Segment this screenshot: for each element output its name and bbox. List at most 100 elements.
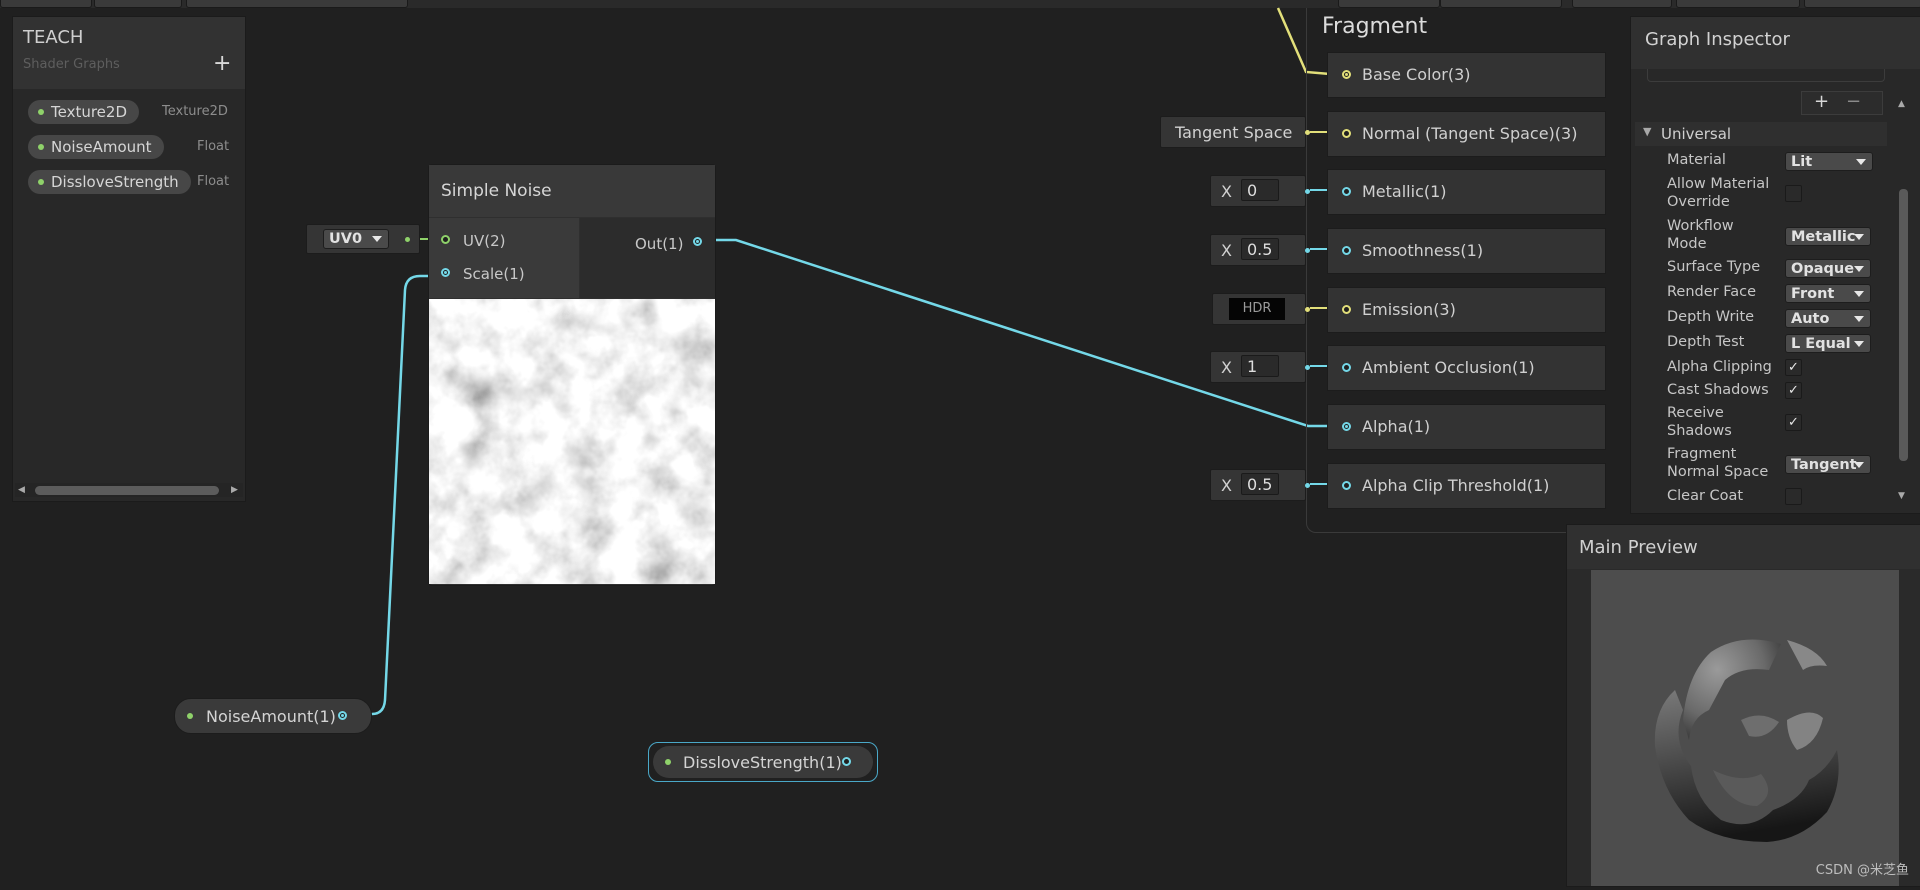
chevron-down-icon (372, 236, 382, 242)
smoothness-value-field[interactable]: 0.5 (1241, 238, 1279, 260)
block-smoothness[interactable]: Smoothness(1) (1327, 228, 1606, 274)
scroll-down-icon[interactable]: ▼ (1898, 491, 1905, 501)
block-metallic[interactable]: Metallic(1) (1327, 169, 1606, 215)
scale-input-port[interactable] (441, 268, 450, 277)
workflow-mode-label: Workflow Mode (1667, 218, 1734, 252)
property-output-port[interactable] (338, 711, 347, 720)
x-label: X (1221, 358, 1232, 377)
render-face-dropdown[interactable]: Front (1785, 284, 1871, 303)
depth-write-dropdown[interactable]: Auto (1785, 309, 1871, 328)
triangle-down-icon: ▼ (1643, 125, 1652, 138)
scroll-up-icon[interactable]: ▲ (1898, 99, 1905, 109)
depth-test-dropdown[interactable]: L Equal (1785, 334, 1871, 353)
block-alpha-clip-threshold[interactable]: Alpha Clip Threshold(1) (1327, 463, 1606, 509)
alpha-clip-value-field[interactable]: 0.5 (1241, 473, 1279, 495)
receive-shadows-label: Receive Shadows (1667, 405, 1732, 439)
list-footer: + − (1801, 91, 1883, 115)
blackboard-scrollbar[interactable]: ◀ ▶ (15, 483, 243, 497)
fragment-normal-space-dropdown[interactable]: Tangent (1785, 455, 1871, 474)
input-dot (1305, 130, 1310, 135)
alpha-clip-port[interactable] (1342, 481, 1351, 490)
block-emission[interactable]: Emission(3) (1327, 287, 1606, 333)
uv-channel-dropdown[interactable]: UV0 (323, 229, 389, 249)
remove-item-button[interactable]: − (1846, 91, 1861, 112)
emission-input: HDR (1212, 293, 1310, 325)
property-type: Texture2D (162, 104, 228, 119)
alpha-clipping-checkbox[interactable]: ✓ (1785, 359, 1802, 376)
cast-shadows-checkbox[interactable]: ✓ (1785, 382, 1802, 399)
metallic-input: X 0 (1210, 175, 1310, 207)
block-normal[interactable]: Normal (Tangent Space)(3) (1327, 111, 1606, 157)
fragment-title: Fragment (1322, 14, 1428, 39)
ambient-occlusion-input: X 1 (1210, 351, 1310, 383)
scrollbar-thumb[interactable] (1899, 189, 1908, 461)
preview-viewport[interactable] (1591, 570, 1899, 886)
section-title: Universal (1661, 125, 1732, 143)
depth-test-label: Depth Test (1667, 334, 1745, 350)
alpha-port[interactable] (1342, 422, 1351, 431)
add-item-button[interactable]: + (1814, 91, 1829, 112)
blackboard-title: TEACH (23, 27, 84, 48)
block-alpha[interactable]: Alpha(1) (1327, 404, 1606, 450)
inputs-area (429, 218, 579, 298)
surface-type-dropdown[interactable]: Opaque (1785, 259, 1871, 278)
smoothness-port[interactable] (1342, 246, 1351, 255)
ao-port[interactable] (1342, 363, 1351, 372)
property-output-port[interactable] (842, 757, 851, 766)
property-noise-amount[interactable]: NoiseAmount (28, 135, 164, 159)
universal-section-header[interactable]: ▼ Universal (1635, 122, 1887, 146)
plus-icon[interactable]: + (213, 51, 231, 76)
cast-shadows-label: Cast Shadows (1667, 382, 1769, 398)
material-dropdown[interactable]: Lit (1785, 152, 1873, 171)
disslove-strength-property-node[interactable]: DissloveStrength(1) (653, 746, 873, 778)
clear-coat-label: Clear Coat (1667, 488, 1744, 504)
uv-input-label: UV(2) (463, 232, 506, 250)
out-output-port[interactable] (693, 237, 702, 246)
property-type: Float (197, 174, 230, 189)
block-label: Ambient Occlusion(1) (1362, 358, 1535, 377)
inspector-scrollbar[interactable]: ▲ ▼ (1895, 87, 1913, 505)
receive-shadows-checkbox[interactable]: ✓ (1785, 414, 1802, 431)
uv-channel-value: UV0 (329, 231, 363, 247)
base-color-port[interactable] (1342, 70, 1351, 79)
clear-coat-checkbox[interactable] (1785, 488, 1802, 505)
tangent-space-label: Tangent Space (1175, 123, 1293, 142)
block-label: Base Color(3) (1362, 65, 1471, 84)
x-label: X (1221, 241, 1232, 260)
simple-noise-node[interactable]: Simple Noise UV(2) Scale(1) Out(1) (428, 164, 716, 586)
scroll-right-icon[interactable]: ▶ (231, 485, 238, 495)
metallic-port[interactable] (1342, 187, 1351, 196)
block-ambient-occlusion[interactable]: Ambient Occlusion(1) (1327, 345, 1606, 391)
property-dot-icon (38, 144, 44, 150)
property-disslove-strength[interactable]: DissloveStrength (28, 170, 191, 194)
material-label: Material (1667, 152, 1726, 168)
allow-material-override-checkbox[interactable] (1785, 185, 1802, 202)
noise-amount-property-node[interactable]: NoiseAmount(1) (174, 698, 372, 734)
x-label: X (1221, 182, 1232, 201)
property-node-label: NoiseAmount(1) (206, 707, 336, 726)
dropdown-value: L Equal (1791, 336, 1851, 352)
property-name: NoiseAmount (51, 138, 152, 156)
emission-port[interactable] (1342, 305, 1351, 314)
block-label: Smoothness(1) (1362, 241, 1484, 260)
fragment-normal-space-label: Fragment Normal Space (1667, 446, 1769, 480)
workflow-mode-dropdown[interactable]: Metallic (1785, 227, 1871, 246)
input-dot (1305, 248, 1310, 253)
metallic-value-field[interactable]: 0 (1241, 179, 1279, 201)
uv-input-port[interactable] (441, 235, 450, 244)
scroll-left-icon[interactable]: ◀ (18, 485, 25, 495)
out-output-label: Out(1) (635, 235, 684, 253)
x-label: X (1221, 476, 1232, 495)
normal-port[interactable] (1342, 129, 1351, 138)
chevron-down-icon (1854, 266, 1864, 272)
uv-channel-input: UV0 (306, 224, 420, 254)
scrollbar-thumb[interactable] (35, 486, 219, 495)
preview-sphere-image (1654, 639, 1839, 842)
block-base-color[interactable]: Base Color(3) (1327, 52, 1606, 98)
ao-value-field[interactable]: 1 (1241, 355, 1279, 377)
alpha-clipping-label: Alpha Clipping (1667, 359, 1772, 375)
scale-input-label: Scale(1) (463, 265, 525, 283)
hdr-color-swatch[interactable]: HDR (1229, 298, 1285, 320)
property-texture2d[interactable]: Texture2D (28, 100, 140, 124)
dropdown-value: Lit (1791, 154, 1813, 170)
